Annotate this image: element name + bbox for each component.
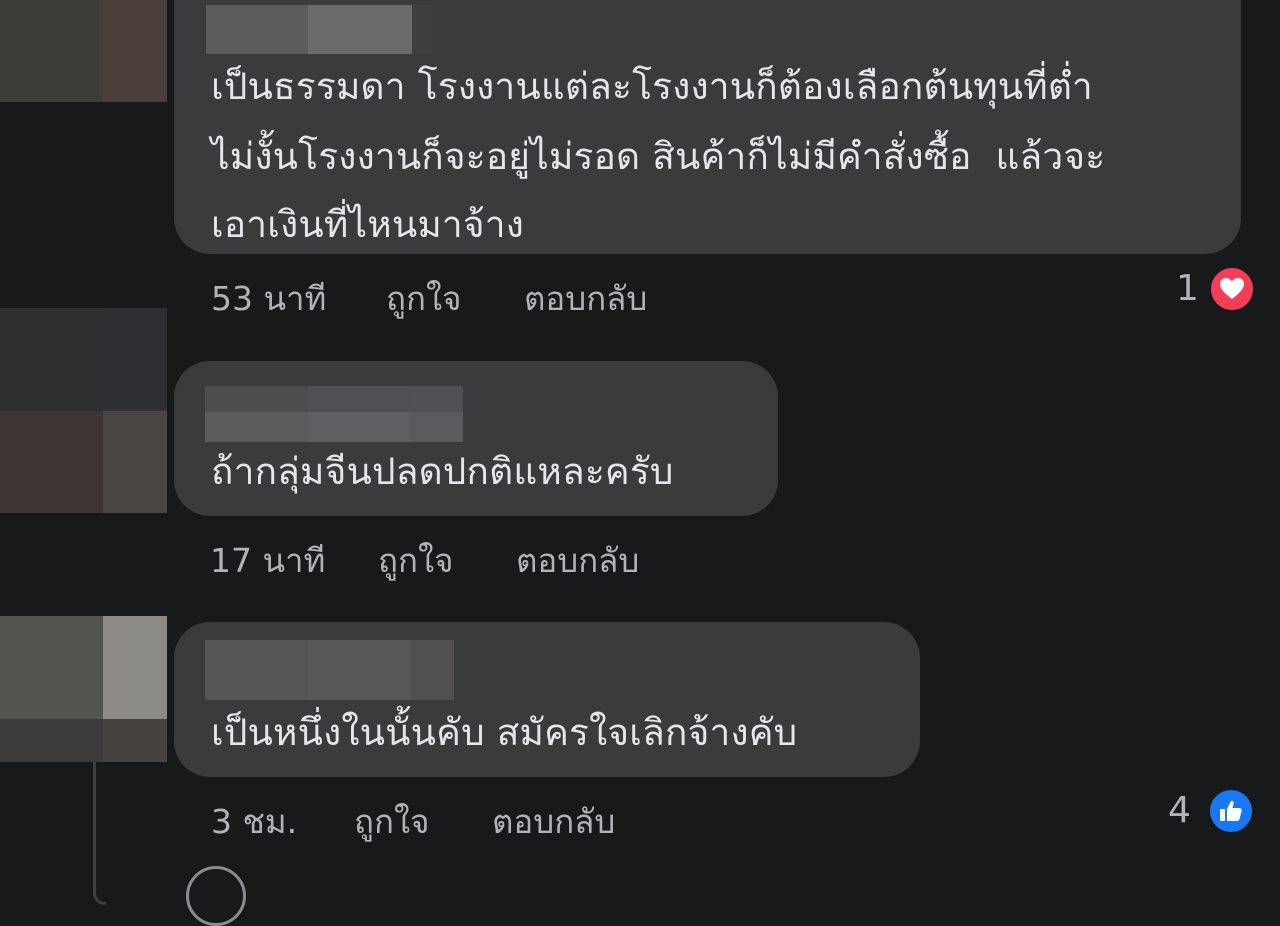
avatar[interactable]: [0, 0, 167, 102]
comment-bubble: เป็นธรรมดา โรงงานแต่ละโรงงานก็ต้องเลือกต…: [174, 0, 1241, 254]
commenter-name[interactable]: [205, 640, 454, 700]
reply-button[interactable]: ตอบกลับ: [524, 272, 647, 325]
reaction-count[interactable]: 1: [1176, 268, 1199, 309]
commenter-name[interactable]: [206, 5, 432, 54]
avatar[interactable]: [186, 866, 246, 926]
like-button[interactable]: ถูกใจ: [378, 534, 453, 587]
comment-timestamp[interactable]: 53 นาที: [211, 272, 326, 325]
comment-bubble: ถ้ากลุ่มจีนปลดปกติแหละครับ: [174, 361, 778, 516]
comment-timestamp[interactable]: 3 ชม.: [211, 795, 297, 848]
avatar[interactable]: [0, 308, 167, 513]
like-button[interactable]: ถูกใจ: [354, 795, 429, 848]
comment-timestamp[interactable]: 17 นาที: [210, 534, 325, 587]
like-reaction-icon[interactable]: [1207, 787, 1255, 835]
love-reaction-icon[interactable]: [1208, 265, 1256, 313]
reply-button[interactable]: ตอบกลับ: [492, 795, 615, 848]
avatar[interactable]: [0, 616, 167, 762]
comment-text-line: เป็นธรรมดา โรงงานแต่ละโรงงานก็ต้องเลือกต…: [211, 65, 1093, 108]
comment-text-line: ไม่งั้นโรงงานก็จะอยู่ไม่รอด สินค้าก็ไม่ม…: [211, 135, 1106, 178]
like-button[interactable]: ถูกใจ: [386, 272, 461, 325]
comment-text-line: เอาเงินที่ไหนมาจ้าง: [211, 203, 525, 246]
comment-text-line: เป็นหนึ่งในนั้นคับ สมัครใจเลิกจ้างคับ: [211, 711, 798, 754]
reply-thread-line: [93, 762, 106, 905]
commenter-name[interactable]: [205, 386, 463, 442]
comment-bubble: เป็นหนึ่งในนั้นคับ สมัครใจเลิกจ้างคับ: [174, 622, 920, 777]
reaction-count[interactable]: 4: [1168, 790, 1191, 831]
reply-button[interactable]: ตอบกลับ: [516, 534, 639, 587]
comment-text-line: ถ้ากลุ่มจีนปลดปกติแหละครับ: [211, 450, 674, 493]
